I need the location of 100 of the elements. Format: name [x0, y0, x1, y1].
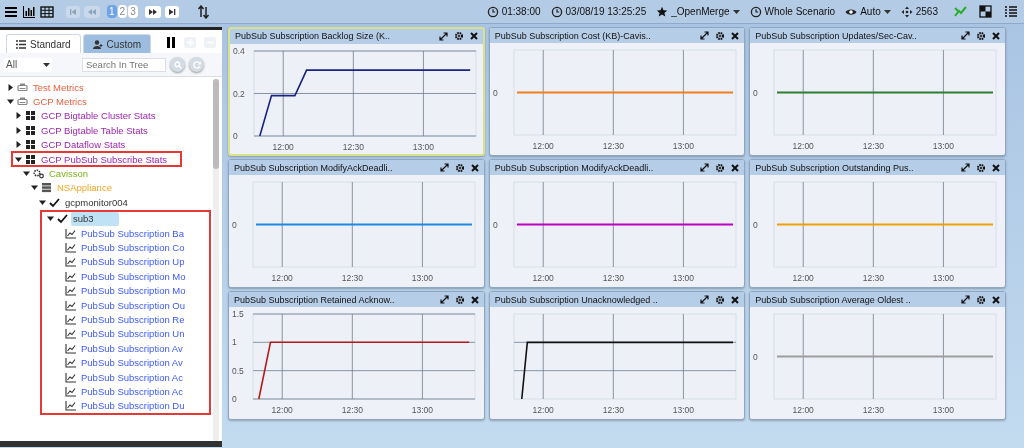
tree-item[interactable]: PubSub Subscription Ac: [79, 385, 185, 397]
expand-icon[interactable]: [961, 295, 970, 304]
settings-icon[interactable]: [976, 294, 986, 305]
tree-item[interactable]: PubSub Subscription Up: [79, 256, 187, 268]
tree-item[interactable]: PubSub Subscription Ou: [79, 299, 188, 311]
close-icon[interactable]: [470, 163, 479, 172]
tree-item[interactable]: sub3: [71, 211, 119, 226]
axis-tick-label: 0: [753, 87, 759, 98]
expand-arrow-icon[interactable]: [23, 170, 30, 178]
tree-item[interactable]: PubSub Subscription Re: [79, 313, 187, 325]
tree-item[interactable]: GCP PubSub Subscribe Stats: [39, 153, 170, 165]
axis-tick-label: 12:30: [602, 273, 624, 283]
tree-item[interactable]: GCP Dataflow Stats: [39, 139, 128, 151]
caret-icon: [732, 8, 740, 15]
close-icon[interactable]: [992, 31, 1000, 40]
expand-icon[interactable]: [438, 31, 448, 41]
settings-icon[interactable]: [976, 30, 986, 41]
expand-arrow-icon[interactable]: [15, 112, 22, 120]
dropdown-button[interactable]: Auto: [845, 5, 891, 18]
panel-title: PubSub Subscription Backlog Size (K..: [235, 31, 392, 42]
filter-dropdown[interactable]: All: [4, 57, 52, 72]
scrollbar[interactable]: [213, 79, 219, 441]
expand-arrow-icon[interactable]: [39, 198, 46, 206]
grid-icon: [25, 139, 36, 151]
settings-icon[interactable]: [454, 294, 465, 305]
search-field[interactable]: Search In Tree: [82, 57, 166, 72]
close-icon[interactable]: [992, 295, 1000, 304]
axis-tick-label: 0: [232, 394, 237, 404]
tree-item[interactable]: PubSub Subscription Du: [79, 400, 187, 412]
expand-icon[interactable]: [961, 163, 970, 172]
window-icon[interactable]: [979, 5, 992, 18]
expand-arrow-icon[interactable]: [47, 215, 54, 223]
expand-arrow-icon[interactable]: [7, 83, 14, 91]
tree-item[interactable]: GCP Bigtable Cluster Stats: [39, 110, 158, 122]
tree-item[interactable]: gcpmonitor004: [63, 196, 130, 208]
page-button[interactable]: 2: [117, 5, 128, 18]
tree-item[interactable]: PubSub Subscription Av: [79, 342, 185, 354]
list-icon[interactable]: [1004, 5, 1018, 18]
expand-icon[interactable]: [700, 163, 710, 172]
line-chart-icon: [65, 357, 76, 369]
tab[interactable]: Standard: [6, 34, 81, 53]
pause-icon[interactable]: [166, 37, 176, 48]
status-label: 2563: [915, 6, 938, 17]
expand-arrow-icon[interactable]: [15, 155, 22, 163]
table-icon[interactable]: [40, 4, 54, 19]
settings-icon[interactable]: [454, 162, 465, 173]
settings-icon[interactable]: [715, 294, 726, 305]
next-page-icon[interactable]: [144, 5, 161, 18]
settings-icon[interactable]: [976, 162, 986, 173]
settings-icon[interactable]: [715, 162, 726, 173]
axis-tick-label: 12:00: [792, 273, 815, 283]
last-page-icon[interactable]: [164, 5, 179, 18]
expand-arrow-icon[interactable]: [7, 98, 14, 106]
settings-icon[interactable]: [453, 31, 464, 42]
expand-icon[interactable]: [700, 295, 710, 304]
panel-title: PubSub Subscription Average Oldest ..: [755, 294, 912, 305]
close-icon[interactable]: [469, 32, 478, 41]
axis-tick-label: 0.2: [233, 88, 245, 99]
close-icon[interactable]: [731, 31, 740, 40]
expand-icon[interactable]: [961, 31, 970, 40]
tree-item[interactable]: GCP Metrics: [31, 96, 89, 108]
axis-tick-label: 0: [492, 87, 498, 98]
tree-item[interactable]: PubSub Subscription Un: [79, 328, 187, 340]
tab[interactable]: Custom: [82, 34, 152, 53]
tree-item[interactable]: PubSub Subscription Mo: [79, 270, 188, 282]
grid-icon: [25, 153, 36, 165]
check-icon: [49, 196, 60, 208]
expand-icon[interactable]: [439, 295, 449, 304]
settings-icon[interactable]: [715, 30, 726, 41]
tree-item[interactable]: PubSub Subscription Ba: [79, 227, 186, 239]
tree-item[interactable]: Test Metrics: [31, 81, 86, 93]
expand-arrow-icon[interactable]: [31, 184, 38, 192]
close-icon[interactable]: [470, 295, 479, 304]
dropdown-button[interactable]: _OpenMerge: [656, 5, 740, 18]
tree-item[interactable]: GCP Bigtable Table Stats: [39, 124, 150, 136]
line-chart-icon: [65, 385, 76, 397]
tree-item[interactable]: PubSub Subscription Mo: [79, 285, 188, 297]
tree-item[interactable]: PubSub Subscription Av: [79, 357, 185, 369]
sort-icon[interactable]: [196, 4, 210, 19]
clock-icon: [749, 5, 762, 18]
line-chart-icon: [65, 270, 76, 282]
expand-arrow-icon[interactable]: [15, 141, 22, 149]
expand-icon[interactable]: [700, 31, 710, 40]
close-icon[interactable]: [731, 295, 740, 304]
tree-item[interactable]: PubSub Subscription Co: [79, 242, 187, 253]
line-chart-icon: [65, 328, 76, 340]
axis-tick-label: 12:00: [532, 405, 554, 415]
axis-tick-label: 12:00: [792, 405, 815, 415]
bar-chart-icon[interactable]: [22, 4, 36, 19]
close-icon[interactable]: [992, 163, 1000, 172]
expand-icon[interactable]: [439, 163, 449, 172]
expand-arrow-icon[interactable]: [15, 126, 22, 134]
axis-tick-label: 13:00: [672, 141, 694, 151]
page-button[interactable]: 3: [128, 5, 138, 18]
menu-icon[interactable]: [4, 4, 18, 19]
tree-item[interactable]: PubSub Subscription Ac: [79, 371, 185, 383]
axis-tick-label: 12:30: [602, 405, 624, 415]
panel-title: PubSub Subscription ModifyAckDeadli..: [494, 162, 655, 173]
panel-title: PubSub Subscription Unacknowledged ..: [494, 294, 659, 305]
close-icon[interactable]: [731, 163, 740, 172]
